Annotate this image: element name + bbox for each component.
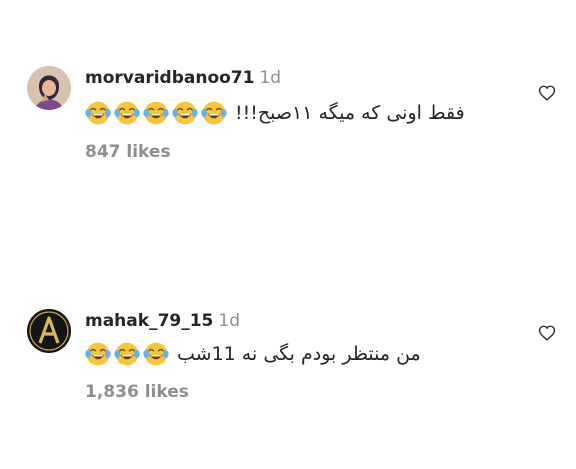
comment-message: من منتظر بودم بگی نه 11شب [177,343,421,365]
comment-2: mahak_79_15 1d من منتظر بودم بگی نه 11شب … [0,0,576,469]
letter-a-avatar-icon [27,309,71,353]
likes-count[interactable]: 1,836 likes [85,382,189,402]
emoji-group [85,341,169,367]
username-text[interactable]: mahak_79_15 [85,311,213,331]
comment-username[interactable]: mahak_79_15 1d [85,311,240,331]
heart-outline-icon[interactable] [538,324,556,342]
avatar[interactable] [27,309,71,353]
tears-of-joy-emoji-icon [114,342,140,366]
tears-of-joy-emoji-icon [85,342,111,366]
tears-of-joy-emoji-icon [143,342,169,366]
comment-time: 1d [218,311,240,331]
comment-text: من منتظر بودم بگی نه 11شب [85,341,421,367]
